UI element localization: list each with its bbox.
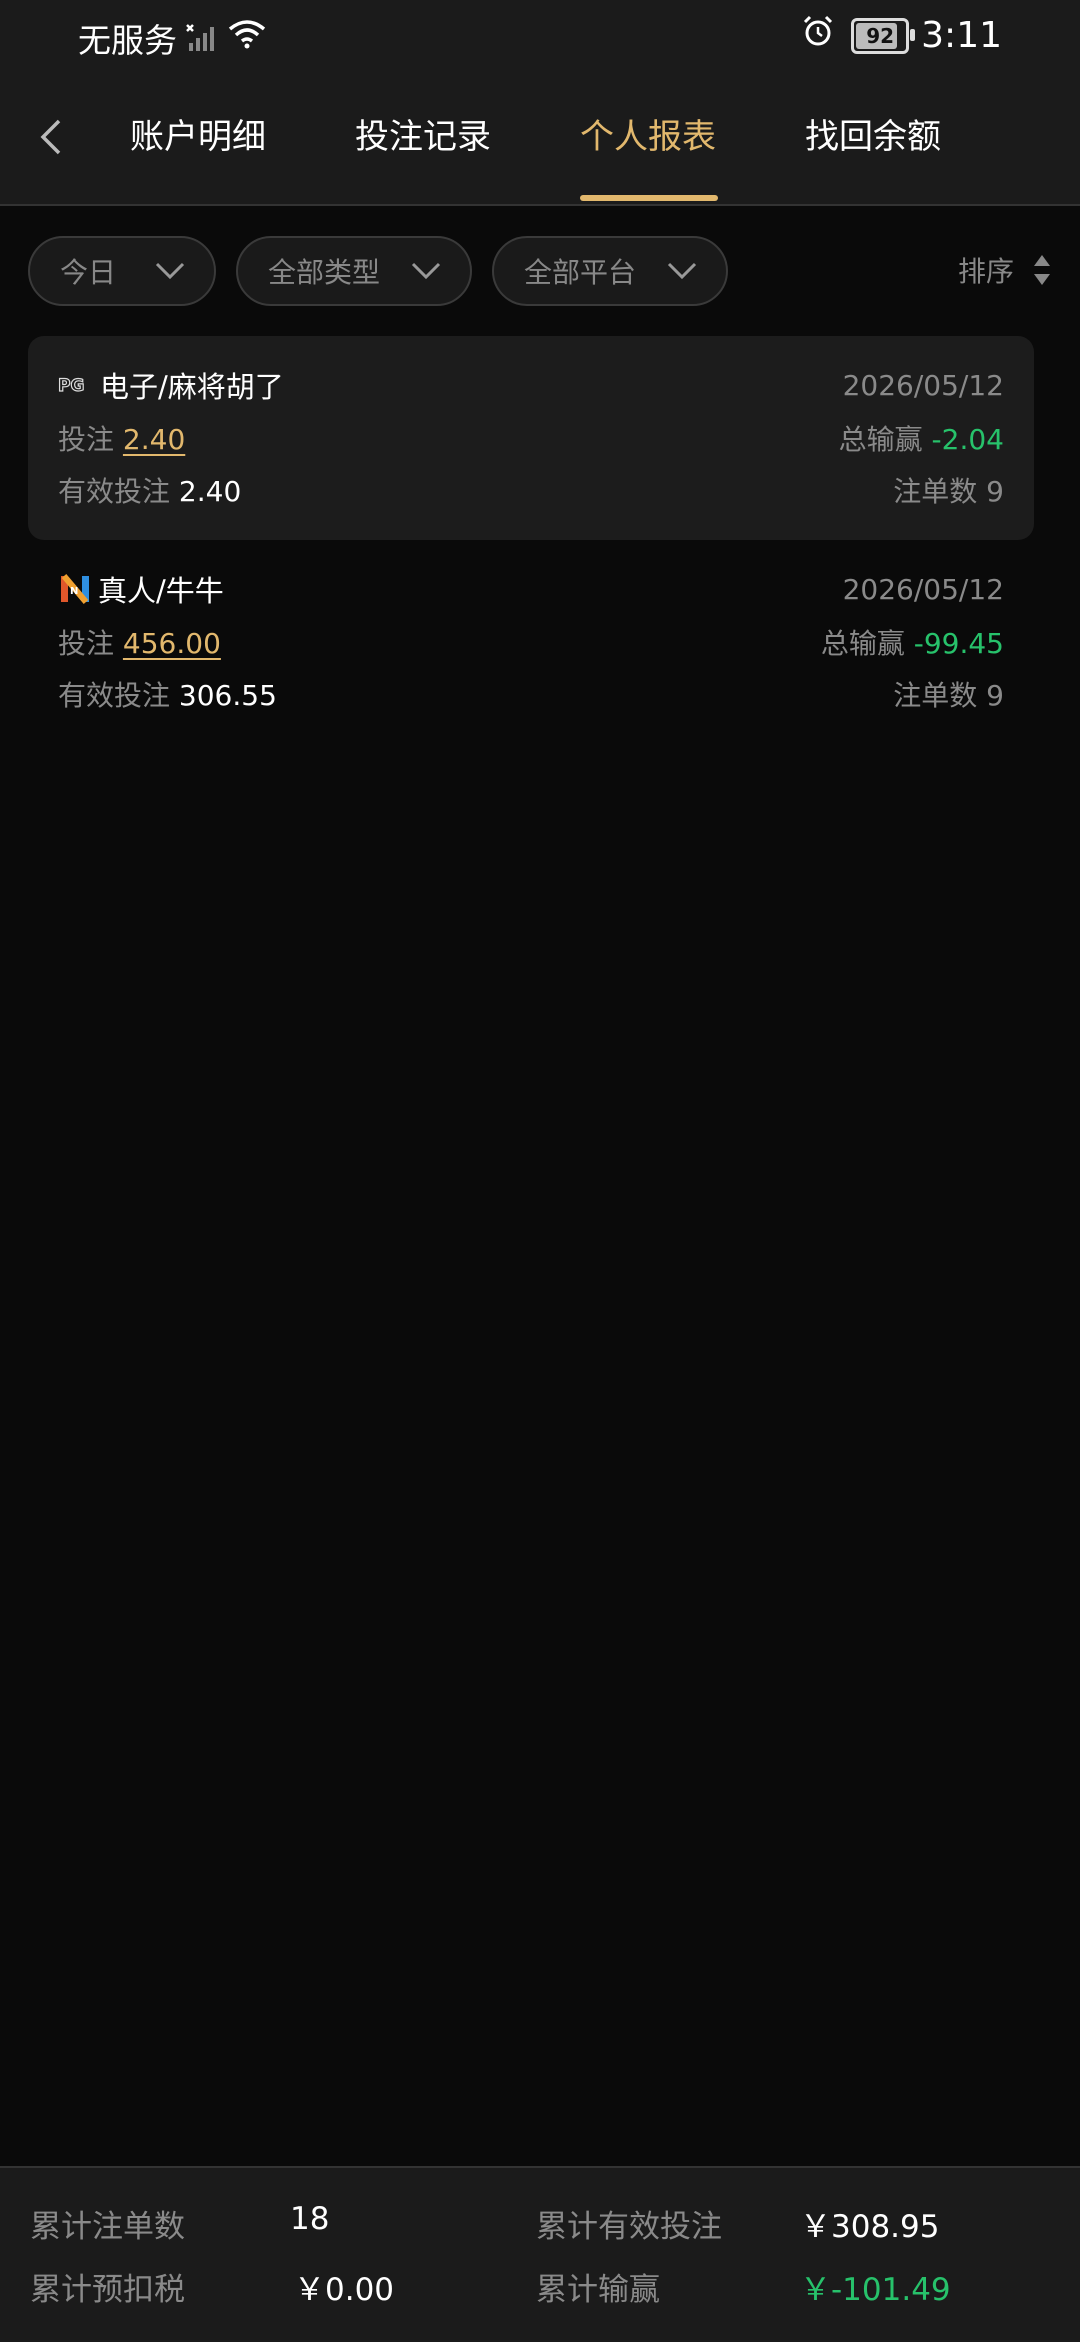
total-winloss-value: ￥-101.49: [800, 2272, 951, 2308]
type-filter-label: 全部类型: [268, 256, 381, 289]
valid-bet-label: 有效投注: [58, 679, 171, 712]
wifi-icon: [227, 18, 267, 58]
total-valid-bet-label: 累计有效投注: [536, 2209, 722, 2245]
status-left: 无服务: [78, 14, 267, 62]
tab-personal-report[interactable]: 个人报表: [580, 112, 716, 172]
record-title: 电子/麻将胡了: [100, 370, 284, 404]
back-button[interactable]: [26, 112, 76, 162]
report-card[interactable]: PG 电子/麻将胡了 2026/05/12 投注 2.40 总输赢 -2.04 …: [28, 336, 1034, 540]
tab-recover-balance[interactable]: 找回余额: [805, 112, 941, 172]
order-count-label: 注单数: [893, 475, 978, 508]
sort-label: 排序: [957, 255, 1014, 288]
chevron-down-icon: [155, 262, 185, 280]
total-tax-value: ￥0.00: [294, 2272, 395, 2308]
winloss-label: 总输赢: [838, 423, 923, 456]
platform-filter-label: 全部平台: [524, 256, 637, 289]
status-right: 92 3:11: [801, 14, 1002, 57]
active-tab-indicator: [580, 195, 718, 201]
record-date: 2026/05/12: [842, 572, 1004, 606]
sort-icon: [1032, 253, 1052, 287]
status-bar: 无服务 92 3:11: [0, 0, 1080, 72]
bet-amount-link[interactable]: 456.00: [123, 627, 221, 660]
alarm-icon: [801, 14, 835, 57]
valid-bet-value: 2.40: [178, 475, 242, 508]
filter-bar: 今日 全部类型 全部平台 排序: [28, 236, 1052, 308]
chevron-left-icon: [40, 119, 61, 155]
battery-level: 92: [866, 23, 895, 48]
platform-filter-dropdown[interactable]: 全部平台: [492, 236, 728, 306]
live-casino-logo-icon: N: [58, 572, 92, 606]
total-valid-bet-value: ￥308.95: [800, 2209, 940, 2245]
total-winloss-label: 累计输赢: [536, 2272, 660, 2308]
winloss-label: 总输赢: [820, 627, 905, 660]
carrier-label: 无服务: [78, 21, 177, 60]
record-date: 2026/05/12: [842, 368, 1004, 402]
chevron-down-icon: [667, 262, 697, 280]
total-tax-label: 累计预扣税: [30, 2272, 185, 2308]
order-count-value: 9: [986, 475, 1004, 508]
svg-text:N: N: [70, 586, 78, 597]
summary-footer: 累计注单数 18 累计有效投注 ￥308.95 累计预扣税 ￥0.00 累计输赢…: [0, 2166, 1080, 2342]
sort-button[interactable]: 排序: [958, 250, 1052, 290]
clock: 3:11: [921, 15, 1002, 56]
order-count-label: 注单数: [893, 679, 978, 712]
tab-bet-records[interactable]: 投注记录: [355, 112, 491, 172]
winloss-value: -2.04: [931, 423, 1004, 456]
valid-bet-value: 306.55: [178, 679, 277, 712]
total-orders-label: 累计注单数: [30, 2209, 185, 2245]
chevron-down-icon: [411, 262, 441, 280]
no-signal-icon: [185, 23, 219, 53]
svg-text:PG: PG: [58, 376, 84, 396]
total-orders-value: 18: [290, 2201, 330, 2237]
report-card[interactable]: N 真人/牛牛 2026/05/12 投注 456.00 总输赢 -99.45 …: [28, 540, 1034, 744]
date-filter-dropdown[interactable]: 今日: [28, 236, 216, 306]
type-filter-dropdown[interactable]: 全部类型: [236, 236, 472, 306]
record-title: 真人/牛牛: [98, 574, 224, 608]
pg-logo-icon: PG: [58, 373, 94, 397]
winloss-value: -99.45: [913, 627, 1004, 660]
bet-label: 投注: [58, 423, 115, 456]
valid-bet-label: 有效投注: [58, 475, 171, 508]
date-filter-label: 今日: [60, 256, 117, 289]
bet-amount-link[interactable]: 2.40: [123, 423, 185, 456]
battery-icon: 92: [851, 17, 916, 54]
order-count-value: 9: [986, 679, 1004, 712]
top-nav: 账户明细 投注记录 个人报表 找回余额: [0, 72, 1080, 206]
tab-account-details[interactable]: 账户明细: [130, 112, 266, 172]
bet-label: 投注: [58, 627, 115, 660]
